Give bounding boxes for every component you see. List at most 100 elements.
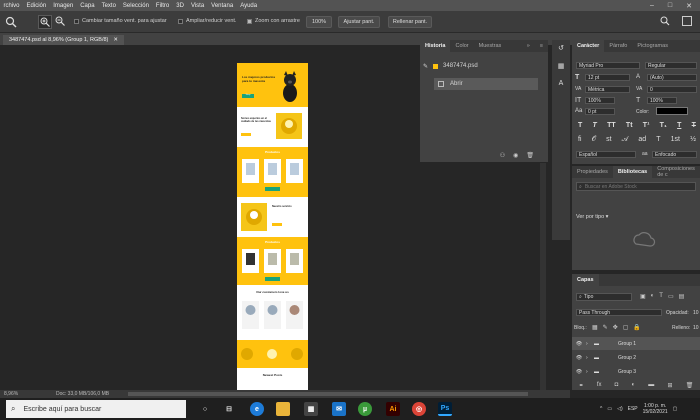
superscript-icon[interactable]: T¹ [643,122,650,129]
smart-object-filter-icon[interactable]: ▤ [679,293,685,300]
tab-swatches[interactable]: Muestras [474,40,507,52]
font-family-select[interactable]: Myriad Pro [576,62,640,69]
subscript-icon[interactable]: T₁ [660,122,667,129]
zoom-all-checkbox[interactable] [178,19,183,24]
menu-item[interactable]: Filtro [152,3,172,9]
menu-item[interactable]: Edición [23,3,50,9]
all-caps-icon[interactable]: TT [607,122,616,129]
chrome-icon[interactable]: ◎ [412,402,426,416]
network-icon[interactable]: ▭ [607,406,612,412]
type-filter-icon[interactable]: T [659,293,663,300]
antialias-select[interactable]: Enfocado [652,151,697,158]
menu-item[interactable]: Imagen [50,3,77,9]
lock-move-icon[interactable]: ✥ [613,324,618,331]
store-icon[interactable]: ▦ [304,402,318,416]
lock-pixels-icon[interactable]: ▦ [592,324,598,331]
panel-collapse-icon[interactable]: » [522,40,535,52]
pixel-filter-icon[interactable]: ▣ [640,293,646,300]
menu-item[interactable]: 3D [173,3,188,9]
search-icon[interactable] [660,16,670,28]
clock[interactable]: 1:00 p. m. 15/02/2021 [643,403,668,415]
panel-menu-icon[interactable]: ≡ [535,40,548,52]
document-tab[interactable]: 3487474.psd al 8,96% (Group 1, RGB/8) ✕ [3,35,124,45]
new-group-icon[interactable]: ▬ [648,382,654,388]
lock-all-icon[interactable]: 🔒 [633,324,640,331]
utorrent-icon[interactable]: µ [358,402,372,416]
menu-item[interactable]: Ayuda [237,3,261,9]
document-canvas[interactable]: Los mejores productos para tu mascota Sh… [237,63,308,390]
tab-properties[interactable]: Propiedades [572,166,613,178]
eye-icon[interactable]: 👁 [572,355,586,361]
close-icon[interactable]: ✕ [686,2,692,10]
menu-item[interactable]: Capa [77,3,98,9]
edge-icon[interactable]: e [250,402,264,416]
menu-item[interactable]: Ventana [208,3,237,9]
history-scrollbar[interactable] [540,163,546,390]
font-style-select[interactable]: Regular [645,62,697,69]
horizontal-scale-field[interactable]: 100% [647,97,677,104]
trash-icon[interactable]: 🗑 [526,152,534,159]
widgets-icon[interactable]: ⊟ [222,402,236,416]
volume-icon[interactable]: ◁) [617,406,623,412]
shape-filter-icon[interactable]: ▭ [668,293,674,300]
fill-value[interactable]: 10 [693,325,699,331]
layer-row[interactable]: 👁 › ▬ Group 2 [572,351,700,364]
language-select[interactable]: Español [576,151,636,158]
ligature-icon[interactable]: ﬁ [578,136,582,144]
kerning-field[interactable]: Métrica [585,86,630,93]
character-dock-icon[interactable]: A [555,80,567,92]
resize-windows-checkbox[interactable] [74,19,79,24]
contextual-alternates-icon[interactable]: 𝒪 [592,136,596,144]
file-explorer-icon[interactable] [276,402,290,416]
tab-color[interactable]: Color [450,40,473,52]
ordinal-icon[interactable]: 1st [671,136,680,144]
link-layers-icon[interactable]: ⚭ [579,382,584,389]
zoom-in-icon[interactable] [38,15,52,29]
layer-filter-select[interactable]: ⌕ Tipo [576,293,632,301]
tab-paragraph[interactable]: Párrafo [604,40,632,52]
maximize-icon[interactable]: □ [668,2,672,10]
titling-icon[interactable]: T [656,136,660,144]
underline-icon[interactable]: T [677,122,681,129]
opacity-value[interactable]: 10 [693,310,699,316]
language-indicator[interactable]: ESP [628,406,638,412]
eye-icon[interactable]: 👁 [572,341,586,347]
minimize-icon[interactable]: – [650,2,654,10]
close-icon[interactable]: ✕ [113,37,118,43]
chevron-up-icon[interactable]: ^ [600,406,602,412]
blend-mode-select[interactable]: Pass Through [576,309,662,316]
status-scrollbar[interactable] [128,392,528,396]
tab-layer-comps[interactable]: Composiciones de c [652,166,700,178]
history-dock-icon[interactable]: ↺ [555,44,567,56]
tracking-field[interactable]: 0 [647,86,697,93]
expand-chevron-icon[interactable]: › [586,369,594,375]
menu-item[interactable]: Selección [119,3,152,9]
adjustment-filter-icon[interactable]: ◐ [651,293,655,300]
lock-artboard-icon[interactable]: ▢ [623,324,629,331]
tab-character[interactable]: Carácter [572,40,605,52]
expand-chevron-icon[interactable]: › [586,341,594,347]
lock-paint-icon[interactable]: ✎ [603,324,608,331]
zoom-readout[interactable]: 8,96% [4,391,18,397]
workspace-icon[interactable] [682,16,692,26]
fx-icon[interactable]: fx [597,382,602,388]
percent-100-button[interactable]: 100% [306,16,332,28]
menu-item[interactable]: Texto [98,3,119,9]
small-caps-icon[interactable]: Tt [626,122,633,129]
faux-bold-icon[interactable]: T [578,122,582,129]
layer-row[interactable]: 👁 › ▬ Group 3 [572,365,700,378]
stylistic-alternates-icon[interactable]: ad [638,136,646,144]
stock-search-input[interactable]: ⌕ Buscar en Adobe Stock [576,182,696,191]
mail-icon[interactable]: ✉ [332,402,346,416]
tab-glyphs[interactable]: Pictogramas [632,40,673,52]
zoom-tool-icon[interactable] [4,15,18,29]
fill-screen-button[interactable]: Rellenar pant. [388,16,432,28]
swash-icon[interactable]: 𝒜 [622,136,629,144]
zoom-out-icon[interactable] [54,15,68,29]
scrubby-zoom-checkbox[interactable] [247,19,252,24]
menu-item[interactable]: rchivo [0,3,23,9]
trash-icon[interactable]: 🗑 [686,382,694,389]
eye-icon[interactable]: 👁 [572,369,586,375]
photoshop-icon[interactable]: Ps [438,402,452,416]
leading-field[interactable]: (Auto) [647,74,697,81]
